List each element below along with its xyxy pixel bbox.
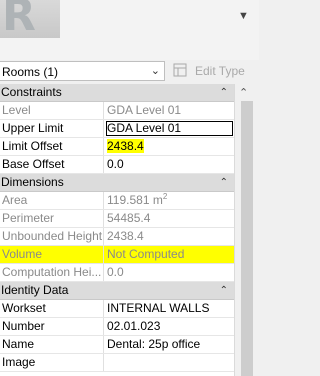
type-selector-dropdown[interactable]: Rooms (1) ⌄ bbox=[0, 61, 165, 81]
edit-type-label: Edit Type bbox=[195, 64, 245, 78]
collapse-icon[interactable]: ⌃ bbox=[220, 84, 228, 101]
caret-down-icon[interactable]: ▼ bbox=[238, 10, 249, 22]
property-value: 119.581 m2 bbox=[105, 192, 234, 209]
property-row-volume: Volume Not Computed bbox=[0, 246, 234, 264]
property-name: Number bbox=[0, 318, 104, 335]
revit-logo-letter: R bbox=[2, 0, 36, 38]
property-name: Volume bbox=[0, 246, 104, 263]
property-value: Not Computed bbox=[107, 247, 185, 261]
property-value: 54485.4 bbox=[107, 211, 151, 225]
image-field[interactable] bbox=[105, 354, 234, 371]
property-row-workset: Workset INTERNAL WALLS bbox=[0, 300, 234, 318]
highlighted-value: 2438.4 bbox=[107, 139, 144, 153]
property-row-area: Area 119.581 m2 bbox=[0, 192, 234, 210]
property-name: Base Offset bbox=[0, 156, 104, 173]
limit-offset-field[interactable]: 2438.4 bbox=[105, 138, 234, 155]
collapse-icon[interactable]: ⌃ bbox=[220, 282, 228, 299]
property-row-name: Name Dental: 25p office bbox=[0, 336, 234, 354]
edit-type-icon bbox=[173, 63, 187, 77]
group-label: Dimensions bbox=[1, 175, 64, 189]
workset-field[interactable]: INTERNAL WALLS bbox=[105, 300, 234, 317]
property-row-upper-limit: Upper Limit GDA Level 01 bbox=[0, 120, 234, 138]
edit-type-button[interactable]: Edit Type bbox=[171, 61, 255, 81]
upper-limit-field[interactable]: GDA Level 01 bbox=[105, 120, 234, 137]
property-row-limit-offset: Limit Offset 2438.4 bbox=[0, 138, 234, 156]
base-offset-field[interactable]: 0.0 bbox=[105, 156, 234, 173]
area-value: 119.581 m bbox=[107, 193, 163, 207]
property-value: 0.0 bbox=[107, 265, 124, 279]
group-label: Constraints bbox=[1, 85, 62, 99]
area-unit-superscript: 2 bbox=[162, 192, 168, 201]
property-value: 2438.4 bbox=[107, 229, 144, 243]
property-row-image: Image bbox=[0, 354, 234, 372]
vertical-scrollbar[interactable]: ⌃ bbox=[234, 84, 259, 376]
name-field[interactable]: Dental: 25p office bbox=[105, 336, 234, 353]
property-row-level: Level GDA Level 01 bbox=[0, 102, 234, 120]
property-row-perimeter: Perimeter 54485.4 bbox=[0, 210, 234, 228]
group-constraints[interactable]: Constraints ⌃ bbox=[0, 84, 234, 102]
property-name: Workset bbox=[0, 300, 104, 317]
property-row-computation-height: Computation Hei... 0.0 bbox=[0, 264, 234, 282]
property-name: Upper Limit bbox=[0, 120, 104, 137]
type-image: R bbox=[0, 0, 60, 38]
property-row-base-offset: Base Offset 0.0 bbox=[0, 156, 234, 174]
group-identity-data[interactable]: Identity Data ⌃ bbox=[0, 282, 234, 300]
property-name: Unbounded Height bbox=[2, 228, 104, 245]
group-dimensions[interactable]: Dimensions ⌃ bbox=[0, 174, 234, 192]
number-field[interactable]: 02.01.023 bbox=[105, 318, 234, 335]
property-row-unbounded-height: Unbounded Height 2438.4 bbox=[0, 228, 234, 246]
scrollbar-thumb[interactable] bbox=[241, 101, 253, 376]
type-selector-value: Rooms (1) bbox=[2, 65, 59, 79]
property-name: Area bbox=[0, 192, 104, 209]
collapse-icon[interactable]: ⌃ bbox=[220, 174, 228, 191]
property-name: Perimeter bbox=[0, 210, 104, 227]
group-label: Identity Data bbox=[1, 283, 69, 297]
property-name: Name bbox=[0, 336, 104, 353]
chevron-down-icon[interactable]: ⌄ bbox=[151, 64, 160, 77]
property-row-number: Number 02.01.023 bbox=[0, 318, 234, 336]
property-name: Limit Offset bbox=[0, 138, 104, 155]
properties-header: R ▼ bbox=[0, 0, 259, 60]
scroll-up-icon[interactable]: ⌃ bbox=[239, 86, 248, 99]
property-value: GDA Level 01 bbox=[107, 103, 182, 117]
type-selector-row: Rooms (1) ⌄ Edit Type bbox=[0, 61, 259, 83]
property-name: Image bbox=[0, 354, 104, 371]
property-name: Level bbox=[0, 102, 104, 119]
properties-grid: Constraints ⌃ Level GDA Level 01 Upper L… bbox=[0, 84, 234, 376]
property-name: Computation Hei... bbox=[0, 264, 104, 281]
